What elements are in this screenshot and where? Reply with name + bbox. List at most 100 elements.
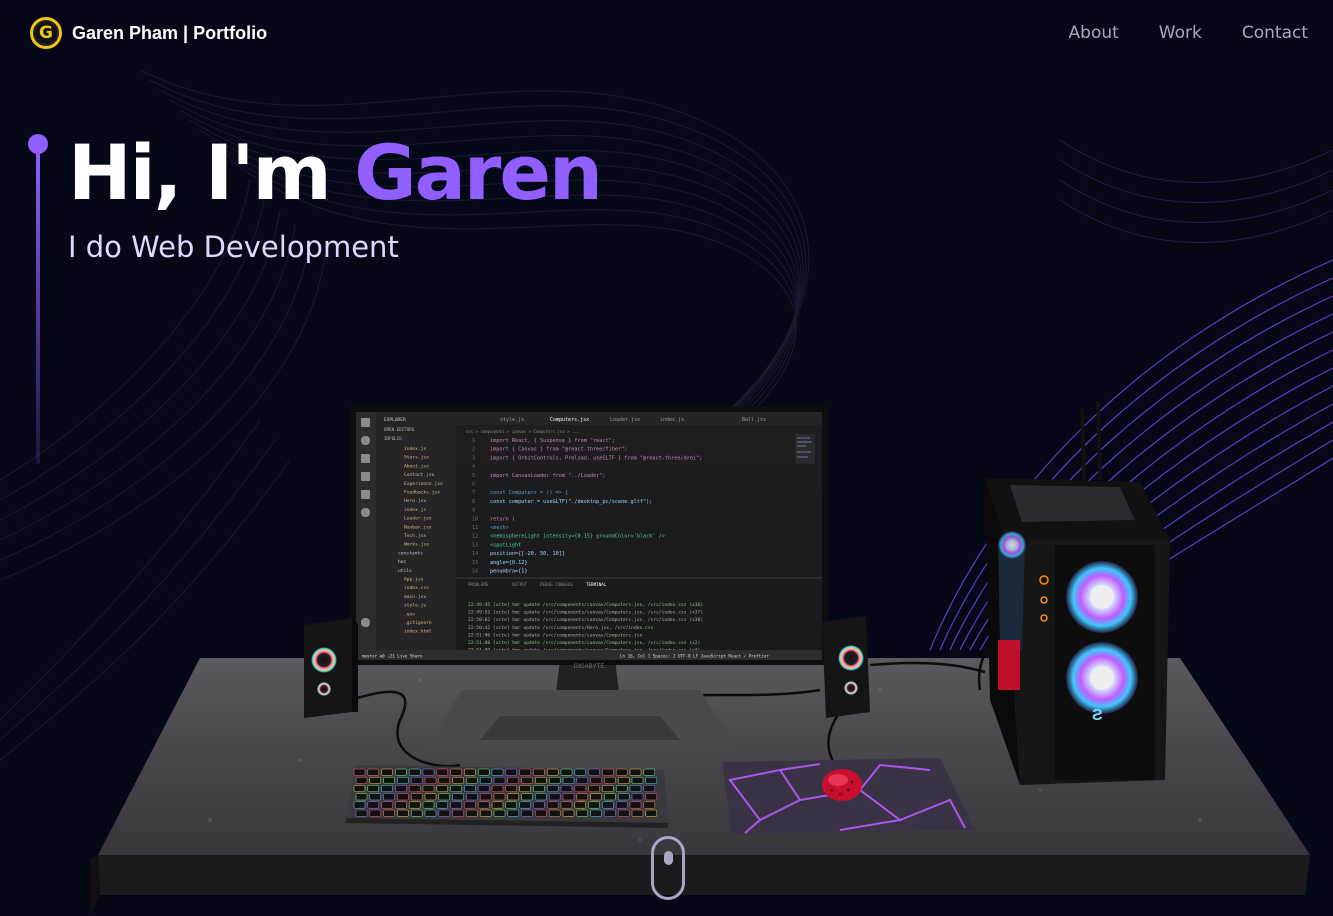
navbar: G Garen Pham | Portfolio About Work Cont… <box>0 0 1333 66</box>
keyboard-key <box>629 785 642 793</box>
keyboard-key <box>397 809 409 817</box>
keyboard-key <box>576 809 589 817</box>
keyboard-key <box>519 801 531 809</box>
keyboard-key <box>546 801 559 809</box>
keyboard-key <box>450 785 462 793</box>
desktop-pc-canvas[interactable]: EXPLORER OPEN EDITORS 3DFOLIO index.js St… <box>0 0 1333 916</box>
code-line-number: 11 <box>472 525 478 531</box>
left-speaker <box>304 618 358 718</box>
pc-tower: Ƨ <box>985 401 1170 785</box>
editor-tab[interactable]: Loader.jsx <box>610 417 640 423</box>
keyboard-key <box>383 809 395 817</box>
editor-tab[interactable]: style.js <box>500 417 524 423</box>
keyboard-key <box>645 793 658 801</box>
keyboard-key <box>408 801 421 809</box>
logo-letter: G <box>39 23 53 43</box>
keyboard-key <box>645 809 658 817</box>
keyboard-key <box>355 809 368 817</box>
code-line-number: 3 <box>472 455 475 461</box>
keyboard-key <box>505 801 518 809</box>
monitor: EXPLORER OPEN EDITORS 3DFOLIO index.js St… <box>350 407 828 670</box>
explorer-file: Hero.jsx <box>404 498 426 504</box>
keyboard-key <box>643 785 656 793</box>
keyboard-key <box>560 785 573 793</box>
keyboard-key <box>519 768 531 776</box>
explorer-file: Navbar.jsx <box>404 524 432 530</box>
editor-tab[interactable]: Ball.jsx <box>742 417 766 423</box>
keyboard-key <box>466 809 478 817</box>
keyboard-key <box>533 801 545 809</box>
explorer-file: .gitignore <box>404 620 432 626</box>
code-line: angle={0.12} <box>490 560 527 566</box>
code-line-number: 5 <box>472 473 475 479</box>
explorer-file: constants <box>398 550 423 556</box>
keyboard-key <box>604 809 616 817</box>
explorer-file: main.jsx <box>404 594 426 600</box>
scroll-down-indicator[interactable] <box>651 836 685 900</box>
keyboard-key <box>477 801 490 809</box>
keyboard-key <box>493 809 506 817</box>
explorer-file: .env <box>404 612 415 617</box>
keyboard-key <box>367 768 380 776</box>
explorer-file: Feedbacks.jsx <box>404 490 440 496</box>
keyboard-key <box>631 809 644 817</box>
terminal-line: 22:51:08 [vite] hmr update /src/componen… <box>468 640 700 646</box>
terminal-line: 22:51:06 [vite] hmr update /src/componen… <box>468 632 642 638</box>
keyboard-key <box>424 793 437 801</box>
keyboard-key <box>369 793 382 801</box>
keyboard-key <box>535 776 547 784</box>
panel-tab[interactable]: OUTPUT <box>512 582 528 587</box>
keyboard-key <box>395 801 407 809</box>
keyboard-key <box>436 801 449 809</box>
keyboard-key <box>367 785 380 793</box>
keyboard-key <box>535 809 547 817</box>
keyboard-key <box>395 768 407 776</box>
panel-tab[interactable]: TERMINAL <box>586 582 607 587</box>
keyboard-key <box>574 768 587 776</box>
keyboard-key <box>615 801 628 809</box>
monitor-brand-label: GIGABYTE <box>574 664 605 670</box>
panel-tab[interactable]: PROBLEMS <box>468 582 489 587</box>
keyboard-key <box>410 776 423 784</box>
keyboard-key <box>521 809 533 817</box>
keyboard-key <box>617 809 630 817</box>
code-line-number: 6 <box>472 482 475 488</box>
right-speaker <box>822 616 870 718</box>
editor-tab[interactable]: index.js <box>660 417 684 423</box>
keyboard-key <box>408 768 421 776</box>
code-line-number: 7 <box>472 490 475 496</box>
panel-tab[interactable]: DEBUG CONSOLE <box>540 582 573 587</box>
keyboard-key <box>410 793 423 801</box>
keyboard-key <box>507 776 520 784</box>
keyboard-key <box>548 809 561 817</box>
explorer-file: Stars.jsx <box>404 455 429 461</box>
code-line: import React, { Suspense } from "react"; <box>490 438 615 444</box>
keyboard-key <box>452 809 464 817</box>
keyboard-key <box>615 785 628 793</box>
nav-link-contact[interactable]: Contact <box>1242 23 1308 43</box>
keyboard-key <box>493 793 506 801</box>
keyboard-key <box>602 768 614 776</box>
explorer-file: Tech.jsx <box>404 533 426 539</box>
keyboard-key <box>562 776 575 784</box>
keyboard-key <box>590 809 602 817</box>
nav-link-about[interactable]: About <box>1069 23 1119 43</box>
keyboard-key <box>369 809 382 817</box>
keyboard-key <box>533 785 545 793</box>
keyboard-key <box>438 776 451 784</box>
keyboard-key <box>424 809 437 817</box>
nav-link-work[interactable]: Work <box>1159 23 1202 43</box>
explorer-file: index.js <box>404 446 426 452</box>
brand-link[interactable]: G Garen Pham | Portfolio <box>30 17 267 49</box>
keyboard-key <box>560 801 573 809</box>
explorer-file: utils <box>398 568 412 574</box>
keyboard-key <box>436 785 449 793</box>
code-line-number: 8 <box>472 499 475 505</box>
editor-tab[interactable]: Computers.jsx <box>550 417 589 423</box>
keyboard-key <box>507 793 520 801</box>
keyboard-key <box>643 801 656 809</box>
keyboard <box>346 765 668 828</box>
keyboard-key <box>535 793 547 801</box>
keyboard-key <box>521 793 533 801</box>
keyboard-key <box>562 793 575 801</box>
